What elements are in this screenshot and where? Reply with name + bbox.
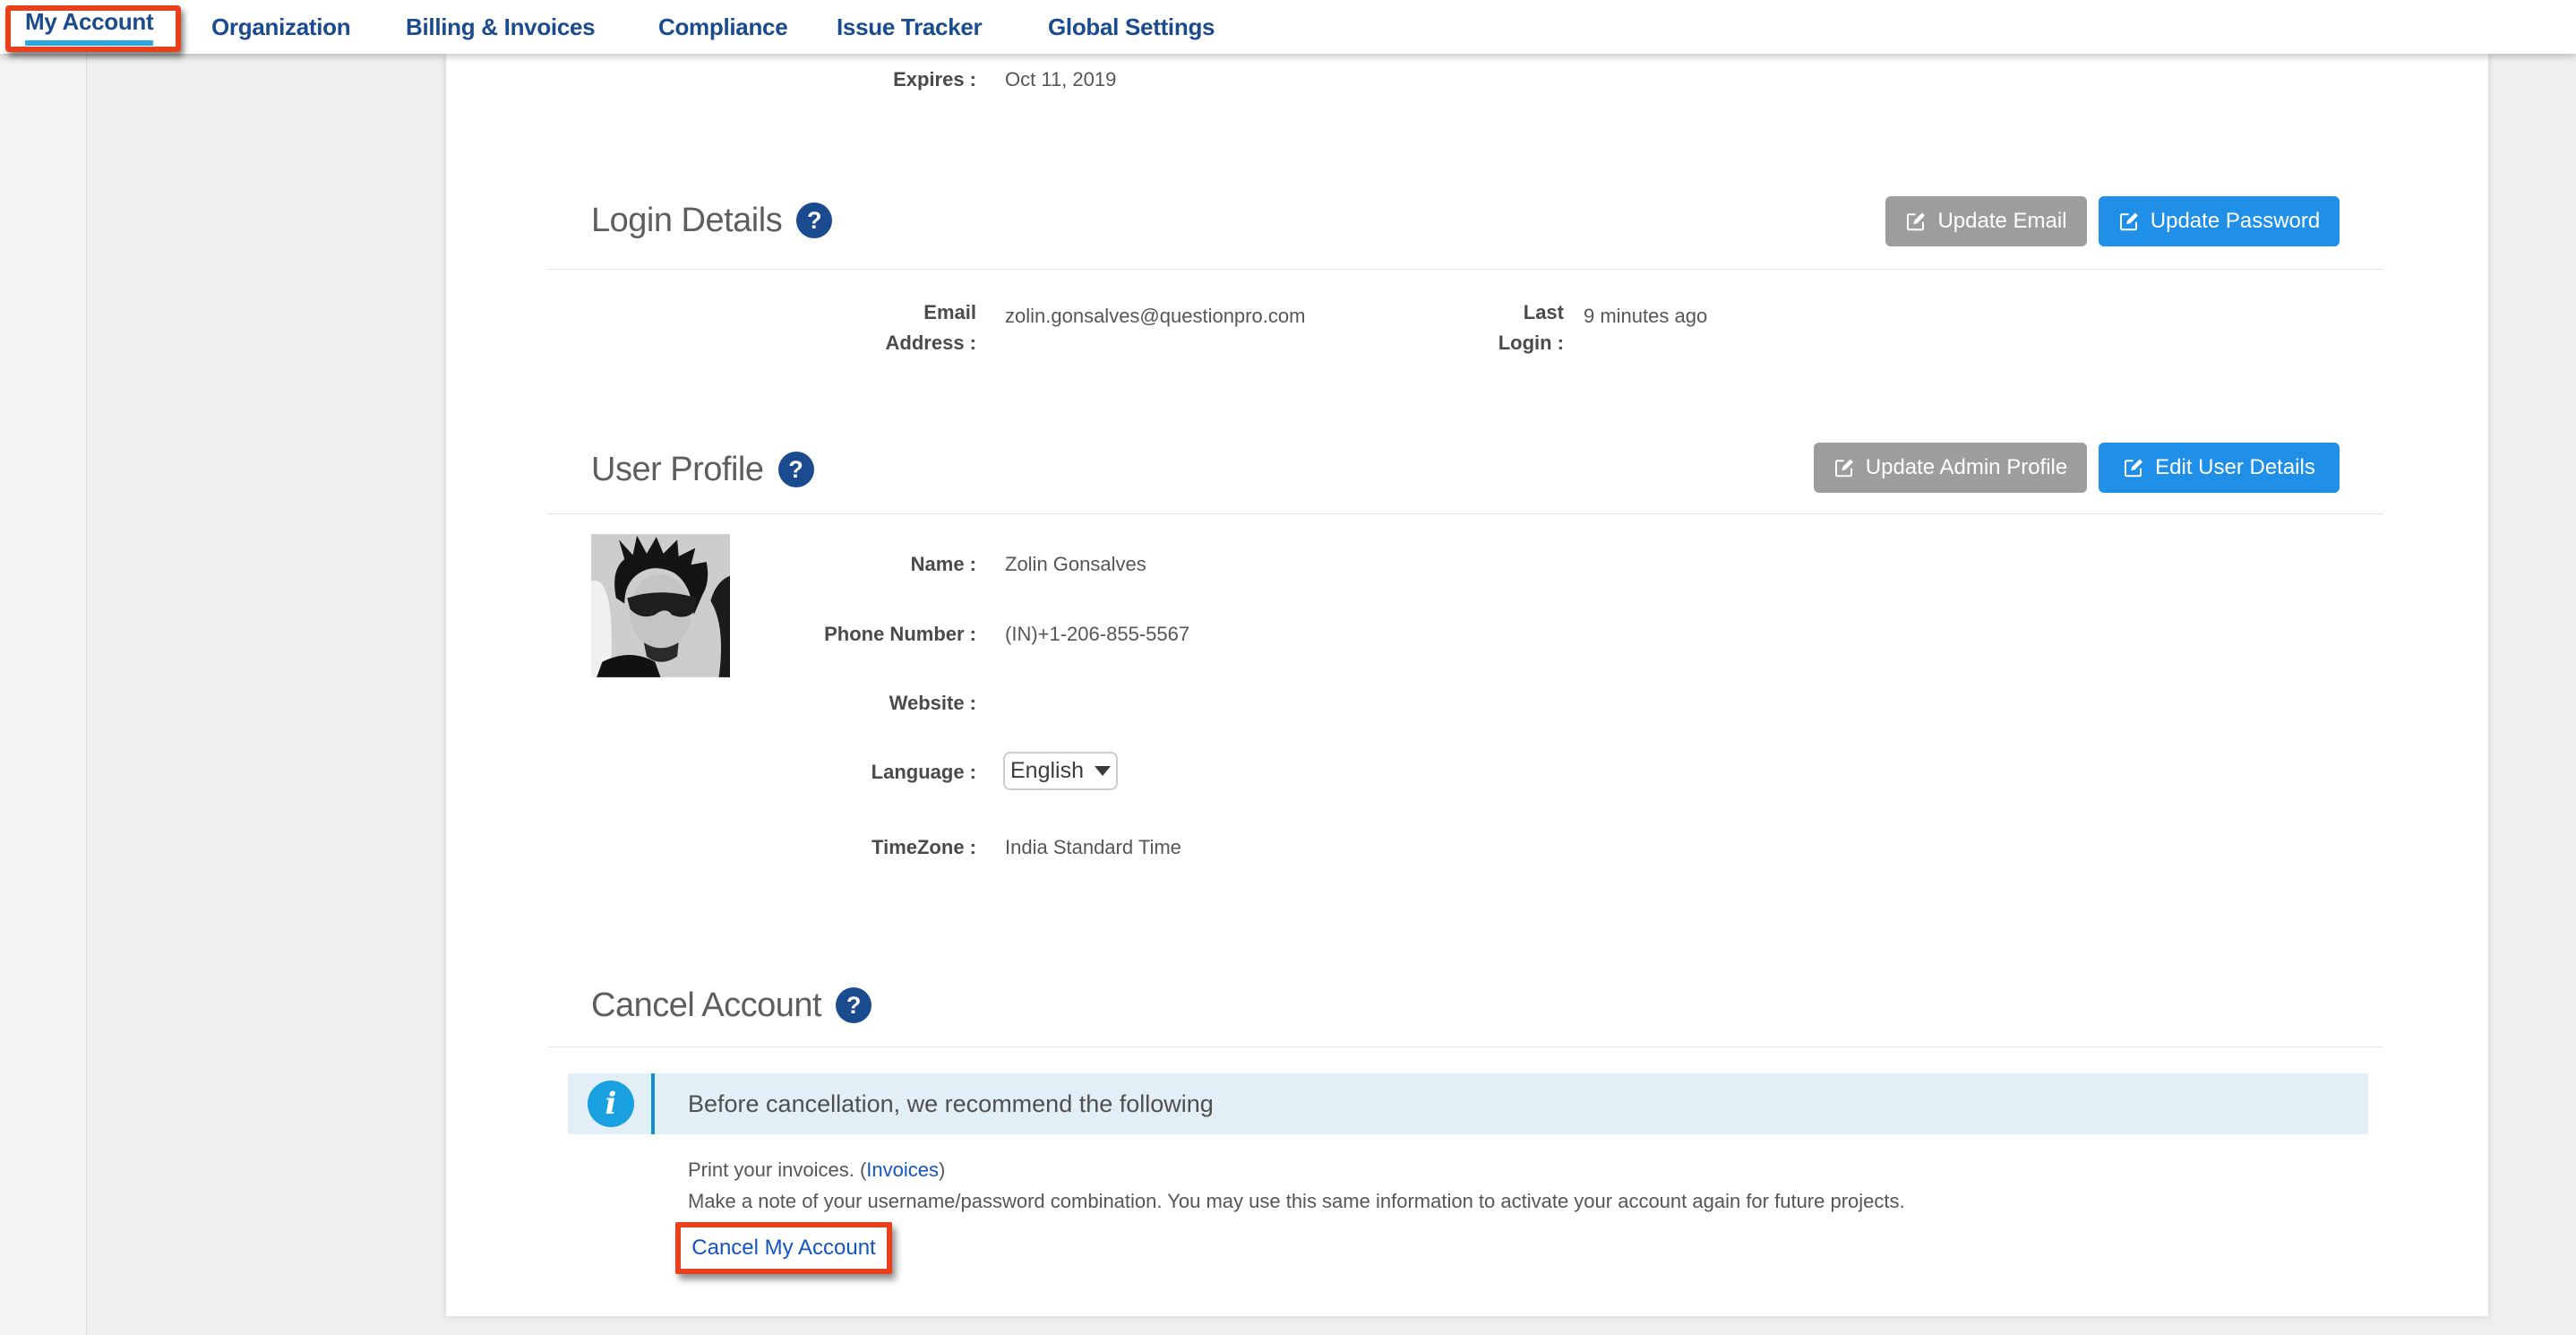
line-text: ) xyxy=(939,1158,945,1181)
section-title: Login Details xyxy=(591,202,782,240)
update-email-button[interactable]: Update Email xyxy=(1885,196,2087,246)
tab-label: Billing & Invoices xyxy=(406,13,595,41)
update-admin-profile-button[interactable]: Update Admin Profile xyxy=(1814,443,2087,493)
edit-icon xyxy=(1833,457,1855,478)
tab-label: Global Settings xyxy=(1048,13,1215,41)
button-label: Update Password xyxy=(2151,209,2320,234)
button-label: Update Email xyxy=(1937,209,2066,234)
left-gutter xyxy=(0,54,87,1335)
tab-label: My Account xyxy=(25,8,153,36)
name-value: Zolin Gonsalves xyxy=(1005,549,1146,580)
button-label: Update Admin Profile xyxy=(1866,455,2067,480)
edit-icon xyxy=(2123,457,2144,478)
line-text: Print your invoices. ( xyxy=(688,1158,866,1181)
tab-billing-invoices[interactable]: Billing & Invoices xyxy=(406,0,595,54)
timezone-value: India Standard Time xyxy=(1005,832,1181,863)
update-password-button[interactable]: Update Password xyxy=(2099,196,2340,246)
question-glyph: ? xyxy=(788,456,803,484)
section-divider xyxy=(548,269,2383,270)
section-divider xyxy=(548,1046,2383,1047)
banner-title: Before cancellation, we recommend the fo… xyxy=(688,1090,1214,1118)
expires-label: Expires : xyxy=(797,65,976,95)
cancel-my-account-link[interactable]: Cancel My Account xyxy=(691,1236,875,1261)
cancel-account-header: Cancel Account ? xyxy=(591,984,872,1027)
edit-user-details-button[interactable]: Edit User Details xyxy=(2099,443,2340,493)
invoices-link[interactable]: Invoices xyxy=(866,1158,939,1181)
tab-label: Issue Tracker xyxy=(837,13,982,41)
help-icon[interactable]: ? xyxy=(796,202,832,238)
name-label: Name : xyxy=(690,549,976,580)
timezone-label: TimeZone : xyxy=(690,832,976,863)
email-address-label: Email Address : xyxy=(869,297,976,358)
tab-label: Organization xyxy=(211,13,350,41)
button-label: Edit User Details xyxy=(2155,455,2315,480)
tab-my-account[interactable]: My Account xyxy=(25,0,153,54)
language-label: Language : xyxy=(690,757,976,788)
print-invoices-line: Print your invoices. (Invoices) xyxy=(688,1158,945,1183)
last-login-label: Last Login : xyxy=(1483,297,1564,358)
user-profile-header: User Profile ? xyxy=(591,448,814,491)
edit-icon xyxy=(2118,211,2140,232)
website-label: Website : xyxy=(690,688,976,719)
question-glyph: ? xyxy=(807,207,822,235)
last-login-value: 9 minutes ago xyxy=(1584,301,1707,332)
question-glyph: ? xyxy=(846,992,862,1020)
tab-organization[interactable]: Organization xyxy=(211,0,350,54)
help-icon[interactable]: ? xyxy=(836,987,872,1023)
red-annotation-box-cancel: Cancel My Account xyxy=(675,1222,892,1274)
help-icon[interactable]: ? xyxy=(778,452,814,487)
info-glyph: i xyxy=(605,1086,617,1122)
tab-issue-tracker[interactable]: Issue Tracker xyxy=(837,0,982,54)
banner-accent-line xyxy=(651,1073,655,1134)
email-address-value: zolin.gonsalves@questionpro.com xyxy=(1005,301,1305,332)
info-icon: i xyxy=(588,1081,634,1127)
tab-compliance[interactable]: Compliance xyxy=(658,0,787,54)
account-settings-panel: Expires : Oct 11, 2019 Login Details ? U… xyxy=(446,54,2488,1316)
username-password-note: Make a note of your username/password co… xyxy=(688,1189,1905,1214)
expires-value: Oct 11, 2019 xyxy=(1005,65,1116,95)
section-title: Cancel Account xyxy=(591,986,821,1025)
caret-down-icon xyxy=(1095,766,1111,776)
language-dropdown[interactable]: English xyxy=(1003,752,1118,790)
active-tab-underline xyxy=(25,40,153,46)
cancellation-info-banner: i Before cancellation, we recommend the … xyxy=(568,1073,2368,1134)
login-details-header: Login Details ? xyxy=(591,199,832,242)
section-title: User Profile xyxy=(591,451,764,489)
phone-number-value: (IN)+1-206-855-5567 xyxy=(1005,619,1189,650)
language-selected-value: English xyxy=(1010,758,1084,784)
section-divider xyxy=(548,513,2383,514)
top-navbar: My Account Organization Billing & Invoic… xyxy=(0,0,2576,54)
edit-icon xyxy=(1905,211,1927,232)
tab-label: Compliance xyxy=(658,13,787,41)
phone-number-label: Phone Number : xyxy=(690,619,976,650)
tab-global-settings[interactable]: Global Settings xyxy=(1048,0,1215,54)
